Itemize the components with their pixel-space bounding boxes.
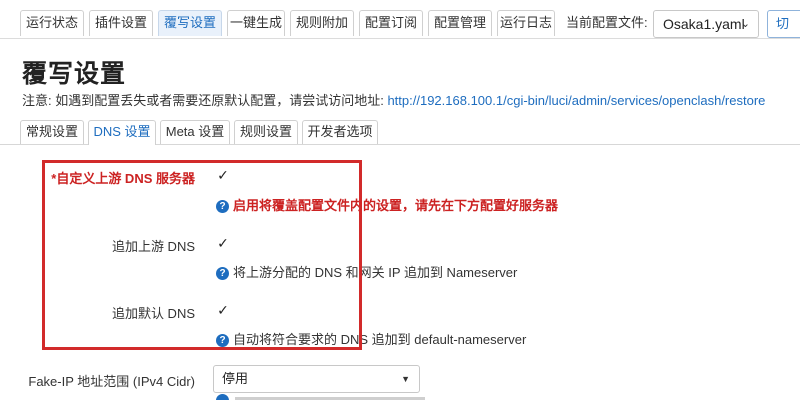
tab-plugin-settings[interactable]: 插件设置 — [89, 10, 153, 36]
config-file-select[interactable]: Osaka1.yaml ⌄ — [653, 10, 759, 38]
tab-meta-settings[interactable]: Meta 设置 — [160, 120, 230, 144]
tab-dns-settings[interactable]: DNS 设置 — [88, 120, 156, 145]
tab-config-subscribe[interactable]: 配置订阅 — [359, 10, 423, 36]
switch-config-button[interactable]: 切 — [767, 10, 800, 38]
help-icon — [216, 394, 229, 400]
tab-rule-settings[interactable]: 规则设置 — [234, 120, 298, 144]
caret-down-icon: ▼ — [401, 374, 410, 384]
tab-one-click-generate[interactable]: 一键生成 — [227, 10, 285, 36]
chevron-down-icon: ⌄ — [740, 18, 750, 30]
fakeip-help-partial — [216, 394, 446, 400]
sub-navigation: 常规设置 DNS 设置 Meta 设置 规则设置 开发者选项 — [0, 118, 800, 145]
tab-developer-options[interactable]: 开发者选项 — [302, 120, 378, 144]
tab-rule-append[interactable]: 规则附加 — [290, 10, 354, 36]
fakeip-range-label: Fake-IP 地址范围 (IPv4 Cidr) — [28, 374, 195, 389]
tab-config-manage[interactable]: 配置管理 — [428, 10, 492, 36]
current-config-label: 当前配置文件: — [566, 15, 648, 30]
tab-general-settings[interactable]: 常规设置 — [20, 120, 84, 144]
restore-link[interactable]: http://192.168.100.1/cgi-bin/luci/admin/… — [387, 93, 765, 108]
restore-notice: 注意: 如遇到配置丢失或者需要还原默认配置，请尝试访问地址: http://19… — [22, 90, 765, 109]
page-title: 覆写设置 — [22, 60, 127, 88]
fakeip-range-value: 停用 — [222, 371, 249, 386]
fakeip-range-select[interactable]: 停用 ▼ — [213, 365, 420, 393]
highlight-annotation-box — [42, 160, 362, 350]
notice-text: 注意: 如遇到配置丢失或者需要还原默认配置，请尝试访问地址: — [22, 93, 388, 108]
config-file-value: Osaka1.yaml — [663, 16, 745, 32]
top-navigation: 运行状态 插件设置 覆写设置 一键生成 规则附加 配置订阅 配置管理 运行日志 … — [0, 0, 800, 39]
tab-run-status[interactable]: 运行状态 — [20, 10, 84, 36]
tab-run-log[interactable]: 运行日志 — [497, 10, 555, 36]
tab-override-settings[interactable]: 覆写设置 — [158, 10, 222, 36]
